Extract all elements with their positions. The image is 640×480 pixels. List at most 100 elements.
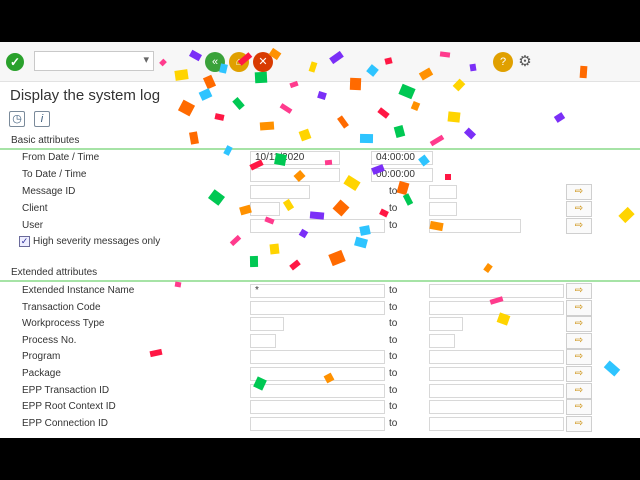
to-time-field[interactable]: 00:00:00 xyxy=(371,168,433,182)
checkmark-icon[interactable]: ✓ xyxy=(6,53,24,71)
multiple-selection-button[interactable]: ⇨ xyxy=(566,218,592,234)
extended-from-field[interactable] xyxy=(250,350,385,365)
multiple-selection-button[interactable]: ⇨ xyxy=(566,184,592,200)
client-from-field[interactable] xyxy=(250,202,280,216)
to-label: to xyxy=(389,401,398,413)
from-datetime-row: From Date / Time 10/11/2020 04:00:00 xyxy=(0,150,640,167)
high-severity-label: High severity messages only xyxy=(33,236,161,247)
extended-to-field[interactable] xyxy=(429,383,564,398)
info-icon[interactable]: i xyxy=(34,111,50,127)
message-id-to-field[interactable] xyxy=(429,185,457,199)
message-id-from-field[interactable] xyxy=(250,185,310,199)
extended-row: Package to ⇨ xyxy=(0,366,640,383)
settings-icon[interactable]: ⚙ xyxy=(515,52,535,72)
extended-row: EPP Connection ID to ⇨ xyxy=(0,415,640,433)
extended-row: Extended Instance Name * to ⇨ xyxy=(0,283,640,300)
exit-icon[interactable]: ⌂ xyxy=(229,52,249,72)
extended-from-field[interactable] xyxy=(250,333,276,348)
extended-from-field[interactable]: * xyxy=(250,284,385,298)
high-severity-row: ✓ High severity messages only xyxy=(0,234,640,251)
application-toolbar: ◷ i xyxy=(0,108,640,132)
multiple-selection-button[interactable]: ⇨ xyxy=(566,366,592,382)
to-label: to xyxy=(389,220,398,231)
extended-to-field[interactable] xyxy=(429,367,564,381)
to-label: to xyxy=(389,301,398,313)
from-time-field[interactable]: 04:00:00 xyxy=(371,151,433,165)
multiple-selection-button[interactable]: ⇨ xyxy=(566,283,592,299)
to-label: to xyxy=(389,417,398,429)
help-icon[interactable]: ? xyxy=(493,52,513,72)
extended-to-field[interactable] xyxy=(429,350,564,365)
message-id-label: Message ID xyxy=(22,186,76,197)
user-row: User to ⇨ xyxy=(0,218,640,235)
to-date-field[interactable] xyxy=(250,168,340,182)
to-label: to xyxy=(389,186,398,197)
to-label: to xyxy=(389,334,398,346)
extended-to-field[interactable] xyxy=(429,300,564,315)
extended-from-field[interactable] xyxy=(250,317,284,332)
multiple-selection-button[interactable]: ⇨ xyxy=(566,201,592,217)
extended-from-field[interactable] xyxy=(250,367,385,381)
extended-to-field[interactable] xyxy=(429,400,564,415)
user-label: User xyxy=(22,220,44,231)
extended-row: Workprocess Type to ⇨ xyxy=(0,316,640,333)
high-severity-checkbox[interactable]: ✓ xyxy=(19,236,30,247)
extended-row-label: Extended Instance Name xyxy=(22,285,135,296)
extended-row-label: Process No. xyxy=(22,334,77,346)
extended-to-field[interactable] xyxy=(429,284,564,298)
cancel-icon[interactable]: ✕ xyxy=(253,52,273,72)
client-row: Client to ⇨ xyxy=(0,201,640,218)
extended-row-label: Workprocess Type xyxy=(22,318,105,330)
clock-execute-icon[interactable]: ◷ xyxy=(9,111,25,127)
extended-from-field[interactable] xyxy=(250,383,385,398)
extended-to-field[interactable] xyxy=(429,317,463,332)
to-label: to xyxy=(389,285,398,296)
user-to-field[interactable] xyxy=(429,219,521,233)
confetti-piece xyxy=(328,249,346,267)
extended-row-label: EPP Transaction ID xyxy=(22,384,110,396)
to-datetime-row: To Date / Time 00:00:00 xyxy=(0,167,640,184)
to-label: to xyxy=(389,318,398,330)
extended-to-field[interactable] xyxy=(429,333,455,348)
section-divider xyxy=(0,280,640,282)
extended-row: EPP Transaction ID to ⇨ xyxy=(0,382,640,400)
extended-from-field[interactable] xyxy=(250,300,385,315)
multiple-selection-button[interactable]: ⇨ xyxy=(566,349,592,366)
title-bar: Display the system log xyxy=(0,82,640,108)
multiple-selection-button[interactable]: ⇨ xyxy=(566,316,592,333)
client-to-field[interactable] xyxy=(429,202,457,216)
chevron-down-icon[interactable]: ▾ xyxy=(143,53,149,66)
back-icon[interactable]: « xyxy=(205,52,225,72)
to-label: to xyxy=(389,351,398,363)
extended-row: Program to ⇨ xyxy=(0,349,640,366)
multiple-selection-button[interactable]: ⇨ xyxy=(566,382,592,399)
extended-row-label: Package xyxy=(22,368,61,379)
to-label: to xyxy=(389,384,398,396)
confetti-piece xyxy=(289,259,301,271)
extended-row: EPP Root Context ID to ⇨ xyxy=(0,399,640,416)
extended-row-label: EPP Connection ID xyxy=(22,417,108,429)
confetti-piece xyxy=(249,255,259,268)
confetti-piece xyxy=(483,263,493,273)
confetti-piece xyxy=(359,133,374,144)
extended-row: Transaction Code to ⇨ xyxy=(0,299,640,317)
confetti-piece xyxy=(429,134,445,147)
to-datetime-label: To Date / Time xyxy=(22,169,87,180)
confetti-piece xyxy=(189,131,199,145)
multiple-selection-button[interactable]: ⇨ xyxy=(566,299,592,316)
extended-from-field[interactable] xyxy=(250,400,385,415)
multiple-selection-button[interactable]: ⇨ xyxy=(566,415,592,432)
client-label: Client xyxy=(22,203,48,214)
from-date-field[interactable]: 10/11/2020 xyxy=(250,151,340,165)
user-from-field[interactable] xyxy=(250,219,385,233)
multiple-selection-button[interactable]: ⇨ xyxy=(566,399,592,416)
multiple-selection-button[interactable]: ⇨ xyxy=(566,332,592,349)
to-label: to xyxy=(389,203,398,214)
basic-attributes-header: Basic attributes xyxy=(11,135,80,146)
extended-row-label: Program xyxy=(22,351,61,363)
extended-from-field[interactable] xyxy=(250,416,385,431)
extended-to-field[interactable] xyxy=(429,416,564,431)
extended-attributes-header: Extended attributes xyxy=(11,267,98,278)
command-field[interactable]: ▾ xyxy=(34,51,154,71)
system-toolbar: ✓ ▾ « ⌂ ✕ ? ⚙ xyxy=(0,42,640,82)
